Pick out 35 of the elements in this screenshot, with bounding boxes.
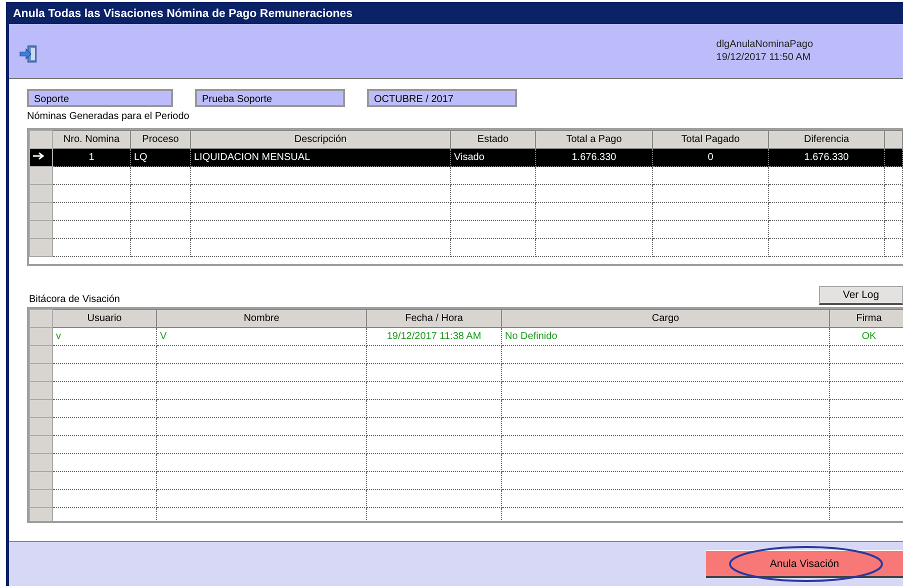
table-cell: Visado xyxy=(450,148,536,166)
table-cell: 1.676.330 xyxy=(536,148,652,166)
column-header: Total Pagado xyxy=(652,130,768,148)
column-header: Nro. Nomina xyxy=(52,130,130,148)
table-cell: 19/12/2017 11:38 AM xyxy=(366,328,502,346)
column-header: Descripción xyxy=(190,130,450,148)
readonly-field: Prueba Soporte xyxy=(195,89,345,107)
readonly-field: Soporte xyxy=(27,89,173,107)
table-cell: LIQUIDACION MENSUAL xyxy=(190,148,450,166)
readonly-field: OCTUBRE / 2017 xyxy=(367,89,517,107)
header-datetime: 19/12/2017 11:50 AM xyxy=(716,51,812,64)
table-cell: v xyxy=(52,328,156,346)
exit-door-icon[interactable] xyxy=(19,44,39,64)
column-header: Usuario xyxy=(52,310,156,328)
column-header: Proceso xyxy=(130,130,190,148)
window-title: Anula Todas las Visaciones Nómina de Pago Remuneraciones xyxy=(9,5,903,24)
view-log-button[interactable]: Ver Log xyxy=(819,286,903,305)
table-row[interactable]: 1 LQ LIQUIDACION MENSUAL Visado 1.676.330 0 1.676.330 xyxy=(30,148,902,166)
dialog-id: dlgAnulaNominaPago xyxy=(716,38,813,51)
table-cell: 0 xyxy=(652,148,768,166)
column-header: Fecha / Hora xyxy=(366,310,502,328)
table-cell: No Definido xyxy=(502,328,830,346)
column-header: Diferencia xyxy=(768,130,884,148)
table-cell: LQ xyxy=(130,148,190,166)
cancel-approval-button[interactable]: Anula Visación xyxy=(706,550,903,578)
column-header: Total a Pago xyxy=(536,130,652,148)
table-cell: 1.676.330 xyxy=(768,148,884,166)
column-header: Nombre xyxy=(156,310,366,328)
table-cell: V xyxy=(156,328,366,346)
column-header: Firma xyxy=(830,310,903,328)
column-header: Cargo xyxy=(502,310,830,328)
table-cell: 1 xyxy=(52,148,130,166)
section-label: Nóminas Generadas para el Periodo xyxy=(27,111,190,122)
column-header: Estado xyxy=(450,130,536,148)
row-pointer-icon xyxy=(33,152,45,160)
